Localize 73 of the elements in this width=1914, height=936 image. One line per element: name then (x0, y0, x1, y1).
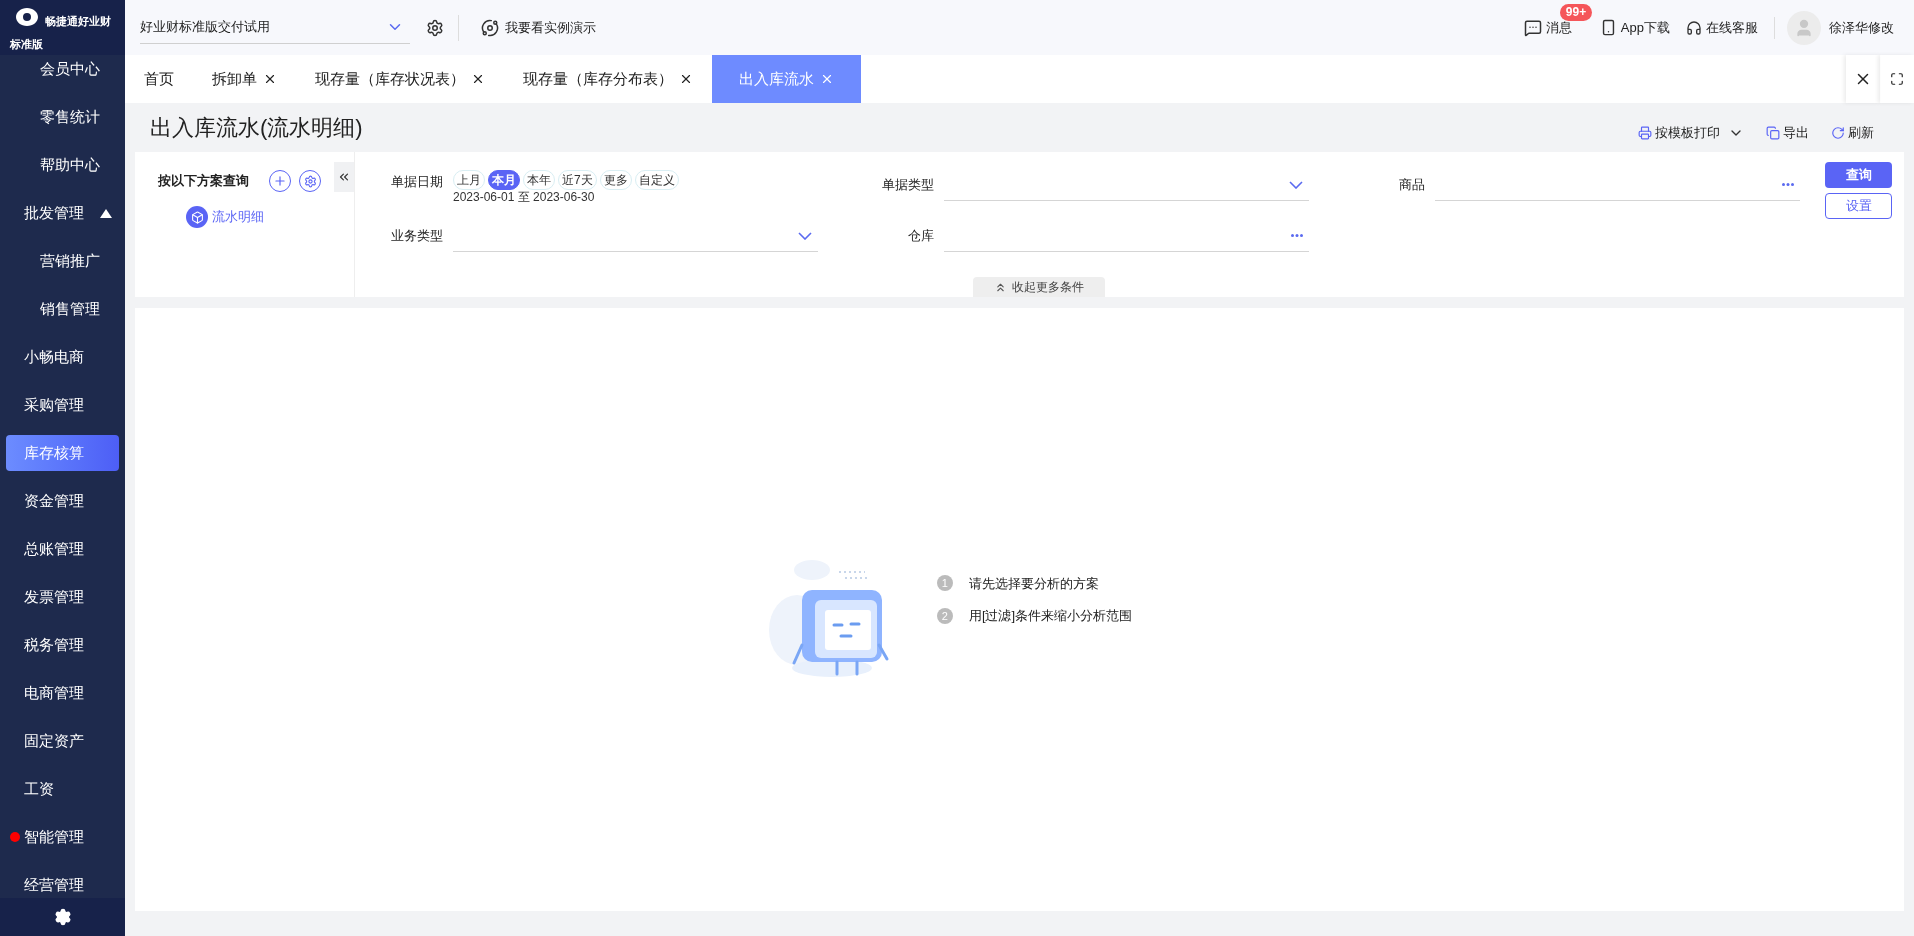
toolbar-button[interactable]: 刷新 (1831, 122, 1874, 143)
account-select[interactable]: 好业财标准版交付试用 (140, 11, 410, 44)
field-label: 业务类型 (390, 227, 444, 246)
printer-icon (1638, 125, 1652, 140)
toolbar-button[interactable]: 导出 (1766, 122, 1809, 143)
page-title: 出入库流水(流水明细) (150, 114, 363, 142)
step-number: 2 (936, 607, 953, 624)
step-text: 用[过滤]条件来缩小分析范围 (968, 607, 1133, 625)
message-count-badge: 99+ (1559, 3, 1593, 21)
chevron-down-icon (1289, 180, 1303, 189)
sidebar-item[interactable]: 库存核算 (6, 435, 119, 471)
sidebar-item[interactable]: 会员中心 (0, 55, 125, 93)
page-tab[interactable]: 拆卸单 (193, 55, 296, 103)
page-tab[interactable]: 首页 (125, 55, 193, 103)
plus-icon (273, 174, 287, 188)
double-chevron-left-icon (337, 170, 351, 184)
collapse-panel-button[interactable] (334, 162, 354, 192)
sidebar-item[interactable]: 采购管理 (0, 381, 125, 429)
field-label: 仓库 (907, 227, 935, 246)
support-button[interactable]: 在线客服 (1686, 17, 1758, 38)
toolbar-button[interactable]: 按模板打印 (1638, 122, 1720, 143)
close-icon[interactable] (471, 72, 485, 86)
copy-icon (1766, 125, 1780, 140)
sidebar-item[interactable]: 营销推广 (0, 237, 125, 285)
settings-icon (303, 174, 317, 188)
chevron-down-icon (798, 231, 812, 240)
headset-icon (1686, 19, 1702, 36)
sidebar-item[interactable]: 资金管理 (0, 477, 125, 525)
settings-button[interactable]: 设置 (1825, 193, 1892, 219)
person-icon (1794, 17, 1814, 38)
sidebar-item[interactable]: 帮助中心 (0, 141, 125, 189)
sidebar-item[interactable]: 税务管理 (0, 621, 125, 669)
chat-icon (1523, 18, 1542, 37)
sidebar-item[interactable]: 智能管理 (0, 813, 125, 861)
query-button[interactable]: 查询 (1825, 162, 1892, 188)
field-label: 单据类型 (881, 176, 935, 195)
ellipsis-icon (1782, 183, 1794, 186)
app-download-button[interactable]: App下载 (1599, 17, 1670, 38)
ellipsis-icon (1291, 234, 1303, 237)
page-tab[interactable]: 现存量（库存状况表） (296, 55, 504, 103)
edition-label: 标准版 (10, 37, 43, 52)
sidebar-item[interactable]: 工资 (0, 765, 125, 813)
settings-icon[interactable] (426, 18, 444, 37)
close-icon[interactable] (263, 72, 277, 86)
sidebar-item[interactable]: 总账管理 (0, 525, 125, 573)
field-label: 商品 (1398, 176, 1426, 195)
date-preset[interactable]: 本月 (488, 170, 520, 190)
sidebar-item[interactable]: 电商管理 (0, 669, 125, 717)
demo-link[interactable]: 我要看实例演示 (481, 17, 596, 38)
step-number: 1 (936, 575, 953, 592)
cube-icon (186, 206, 208, 228)
user-name[interactable]: 徐泽华修改 (1829, 17, 1894, 38)
step-text: 请先选择要分析的方案 (968, 574, 1099, 593)
scheme-title: 按以下方案查询 (158, 172, 249, 191)
sidebar-item[interactable]: 发票管理 (0, 573, 125, 621)
sidebar-item[interactable]: 批发管理 (0, 189, 125, 237)
sidebar-item[interactable]: 经营管理 (0, 861, 125, 898)
field-label: 单据日期 (390, 173, 444, 191)
collapse-conditions-button[interactable]: 收起更多条件 (973, 277, 1105, 297)
sidebar-item[interactable]: 固定资产 (0, 717, 125, 765)
sidebar-item[interactable]: 零售统计 (0, 93, 125, 141)
close-icon[interactable] (679, 72, 693, 86)
logo-icon (14, 6, 40, 28)
fullscreen-icon (1890, 72, 1904, 86)
sidebar-item[interactable]: 销售管理 (0, 285, 125, 333)
scheme-item[interactable]: 流水明细 (186, 206, 354, 228)
date-range: 2023-06-01 至 2023-06-30 (453, 190, 596, 204)
planet-icon (481, 18, 499, 37)
brand-name: 畅捷通好业财 (45, 14, 111, 29)
sidebar-item[interactable]: 小畅电商 (0, 333, 125, 381)
settings-icon[interactable] (53, 908, 72, 926)
page-tab[interactable]: 现存量（库存分布表） (504, 55, 712, 103)
refresh-icon (1831, 125, 1845, 140)
